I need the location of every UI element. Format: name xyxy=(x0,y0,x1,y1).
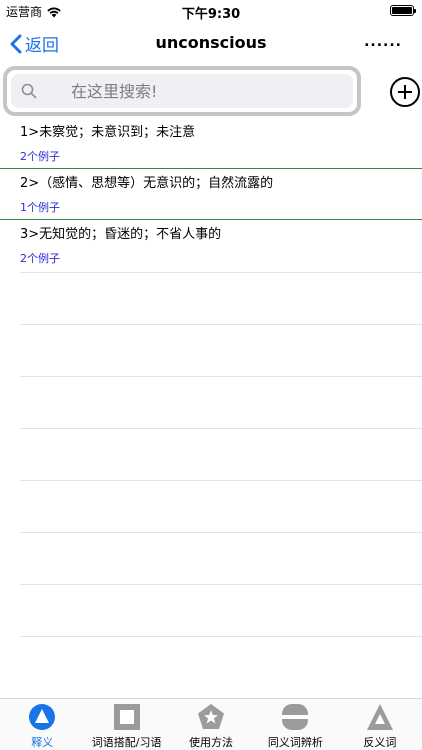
more-button[interactable]: ...... xyxy=(364,34,402,50)
add-circle-icon[interactable] xyxy=(390,77,420,107)
empty-row xyxy=(20,272,422,324)
empty-row xyxy=(20,532,422,584)
definition-text: 1>未察觉；未意识到；未注意 xyxy=(20,125,196,140)
search-field-container xyxy=(11,74,353,108)
tab-label: 词语搭配/习语 xyxy=(91,736,162,749)
tab-antonyms[interactable]: 反义词 xyxy=(338,699,422,750)
search-bar xyxy=(3,66,361,116)
tab-collocations[interactable]: 词语搭配/习语 xyxy=(84,699,168,750)
tab-usage[interactable]: 使用方法 xyxy=(169,699,253,750)
empty-row xyxy=(20,636,422,688)
empty-rows xyxy=(20,272,422,688)
definition-list: 1>未察觉；未意识到；未注意 2个例子 2>（感情、思想等）无意识的；自然流露的… xyxy=(0,118,422,271)
triangle-circle-icon xyxy=(29,704,56,730)
examples-link[interactable]: 2个例子 xyxy=(20,250,422,266)
list-item[interactable]: 2>（感情、思想等）无意识的；自然流露的 1个例子 xyxy=(0,169,422,220)
empty-row xyxy=(20,584,422,636)
rounded-rect-icon xyxy=(282,704,309,730)
triangle-icon xyxy=(366,704,393,730)
nav-bar: 返回 unconscious ...... xyxy=(0,22,422,64)
list-item[interactable]: 3>无知觉的；昏迷的；不省人事的 2个例子 xyxy=(0,220,422,271)
empty-row xyxy=(20,376,422,428)
definition-text: 2>（感情、思想等）无意识的；自然流露的 xyxy=(20,176,274,191)
tab-bar: 释义 词语搭配/习语 使用方法 同义词辨析 反义词 xyxy=(0,698,422,750)
square-icon xyxy=(113,704,140,730)
tab-synonyms[interactable]: 同义词辨析 xyxy=(253,699,337,750)
tab-label: 反义词 xyxy=(363,736,397,749)
empty-row xyxy=(20,324,422,376)
tab-definitions[interactable]: 释义 xyxy=(0,699,84,750)
empty-row xyxy=(20,428,422,480)
status-time: 下午9:30 xyxy=(181,7,241,22)
star-pentagon-icon xyxy=(198,704,225,729)
status-bar: 运营商 下午9:30 xyxy=(0,0,422,22)
examples-link[interactable]: 2个例子 xyxy=(20,148,422,164)
battery-icon xyxy=(390,5,416,16)
list-item[interactable]: 1>未察觉；未意识到；未注意 2个例子 xyxy=(0,118,422,169)
empty-row xyxy=(20,480,422,532)
page-title: unconscious xyxy=(155,33,267,52)
definition-text: 3>无知觉的；昏迷的；不省人事的 xyxy=(20,227,222,242)
tab-label: 使用方法 xyxy=(189,736,234,749)
search-input[interactable] xyxy=(71,80,331,102)
examples-link[interactable]: 1个例子 xyxy=(20,199,422,215)
search-icon xyxy=(21,83,37,103)
tab-label: 同义词辨析 xyxy=(267,736,323,749)
tab-label: 释义 xyxy=(31,736,54,749)
